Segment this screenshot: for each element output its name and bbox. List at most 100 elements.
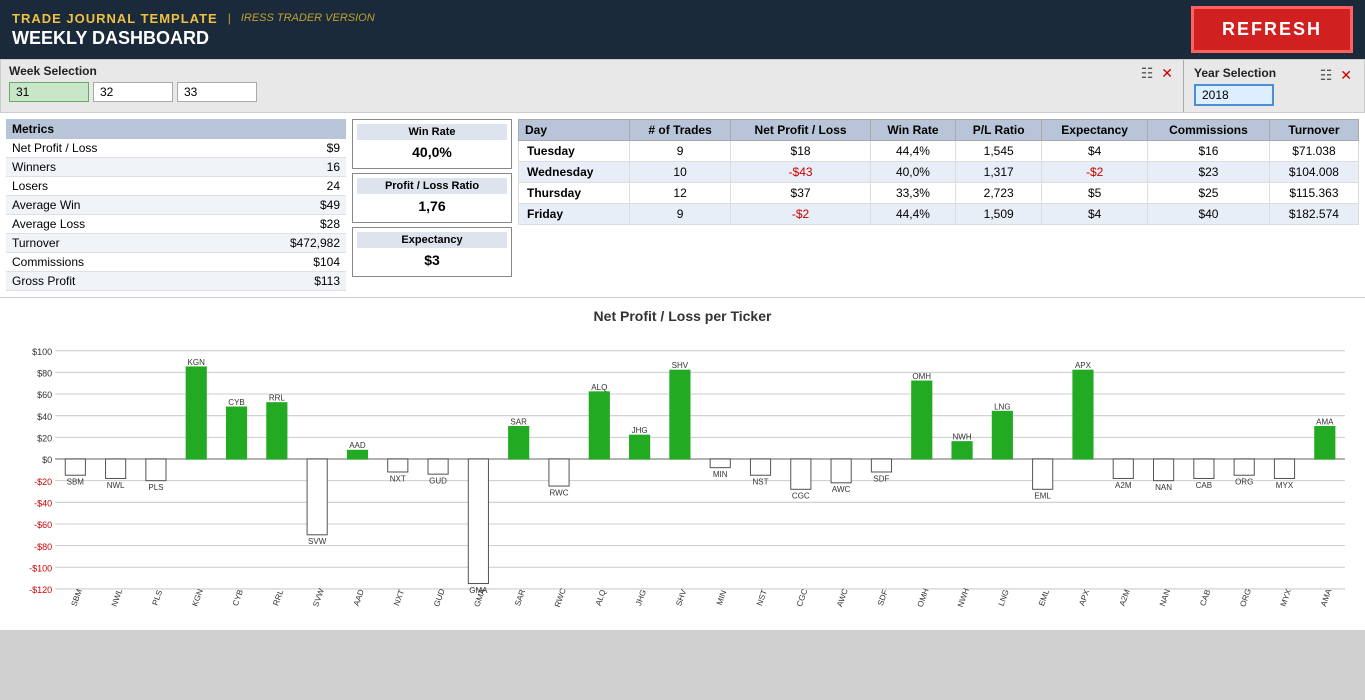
svg-text:AWC: AWC <box>835 587 850 608</box>
kpi-area: Win Rate 40,0% Profit / Loss Ratio 1,76 … <box>352 119 512 291</box>
svg-text:PLS: PLS <box>151 588 165 606</box>
day-label: Thursday <box>519 183 630 204</box>
col-pnl: Net Profit / Loss <box>731 120 871 141</box>
day-pnl: -$43 <box>731 162 871 183</box>
metrics-header: Metrics <box>6 119 346 139</box>
day-pl-ratio: 1,509 <box>956 204 1042 225</box>
week-inputs <box>9 82 1175 102</box>
metric-value: 16 <box>214 158 346 177</box>
metric-label: Average Win <box>6 196 214 215</box>
svg-text:EML: EML <box>1037 588 1051 608</box>
week-input-33[interactable] <box>177 82 257 102</box>
day-row: Wednesday 10 -$43 40,0% 1,317 -$2 $23 $1… <box>519 162 1359 183</box>
refresh-button[interactable]: REFRESH <box>1191 6 1353 53</box>
day-win-rate: 44,4% <box>870 204 955 225</box>
metrics-row: Average Loss$28 <box>6 215 346 234</box>
day-expectancy: $4 <box>1042 204 1148 225</box>
svg-text:OMH: OMH <box>912 372 931 381</box>
col-pl-ratio: P/L Ratio <box>956 120 1042 141</box>
metrics-row: Average Win$49 <box>6 196 346 215</box>
selection-bar: Week Selection ☷ ✕ Year Selection ☷ ✕ <box>0 59 1365 113</box>
day-turnover: $115.363 <box>1269 183 1358 204</box>
svg-text:KGN: KGN <box>191 588 205 608</box>
svg-text:GUD: GUD <box>429 476 447 485</box>
svg-text:NWL: NWL <box>110 587 125 608</box>
day-table: Day # of Trades Net Profit / Loss Win Ra… <box>518 119 1359 225</box>
day-pl-ratio: 2,723 <box>956 183 1042 204</box>
year-clear-icon[interactable]: ✕ <box>1338 67 1354 84</box>
svg-text:GUD: GUD <box>432 587 446 608</box>
metrics-row: Turnover$472,982 <box>6 234 346 253</box>
day-turnover: $71.038 <box>1269 141 1358 162</box>
kpi-expectancy-value: $3 <box>357 248 507 272</box>
svg-text:$40: $40 <box>37 412 52 422</box>
week-input-31[interactable] <box>9 82 89 102</box>
metric-label: Winners <box>6 158 214 177</box>
kpi-expectancy: Expectancy $3 <box>352 227 512 277</box>
day-row: Friday 9 -$2 44,4% 1,509 $4 $40 $182.574 <box>519 204 1359 225</box>
metrics-row: Commissions$104 <box>6 253 346 272</box>
metric-value: 24 <box>214 177 346 196</box>
week-selection-label: Week Selection <box>9 64 97 78</box>
svg-text:SVW: SVW <box>311 587 326 608</box>
svg-text:LNG: LNG <box>997 588 1011 607</box>
svg-text:-$120: -$120 <box>29 585 52 595</box>
svg-text:NAN: NAN <box>1155 483 1172 492</box>
bar-chart: $100$80$60$40$20$0-$20-$40-$60-$80-$100-… <box>10 330 1355 620</box>
svg-text:RRL: RRL <box>269 394 285 403</box>
kpi-pl-ratio-value: 1,76 <box>357 194 507 218</box>
svg-text:RWC: RWC <box>553 587 568 609</box>
svg-text:$20: $20 <box>37 433 52 443</box>
day-pnl: $37 <box>731 183 871 204</box>
svg-text:OMH: OMH <box>916 587 931 608</box>
svg-text:CYB: CYB <box>228 398 244 407</box>
kpi-expectancy-label: Expectancy <box>357 232 507 248</box>
svg-text:NST: NST <box>753 477 769 486</box>
svg-text:MIN: MIN <box>715 589 728 606</box>
svg-text:JHG: JHG <box>632 426 648 435</box>
svg-text:CGC: CGC <box>792 492 810 501</box>
week-input-32[interactable] <box>93 82 173 102</box>
year-filter-icon[interactable]: ☷ <box>1318 67 1335 84</box>
svg-text:SAR: SAR <box>513 588 527 607</box>
day-win-rate: 40,0% <box>870 162 955 183</box>
year-selection-label: Year Selection <box>1194 66 1276 80</box>
metric-value: $113 <box>214 272 346 291</box>
day-commissions: $40 <box>1148 204 1270 225</box>
metrics-row: Losers24 <box>6 177 346 196</box>
day-trades: 10 <box>629 162 730 183</box>
app-title: TRADE JOURNAL TEMPLATE <box>12 11 218 26</box>
stats-area: Metrics Net Profit / Loss$9Winners16Lose… <box>0 113 1365 298</box>
svg-text:SBM: SBM <box>70 588 84 608</box>
svg-text:MYX: MYX <box>1279 587 1293 608</box>
metric-label: Losers <box>6 177 214 196</box>
metric-value: $104 <box>214 253 346 272</box>
svg-text:NXT: NXT <box>392 588 406 607</box>
svg-text:NWH: NWH <box>956 587 971 609</box>
svg-text:SDF: SDF <box>873 474 889 483</box>
svg-text:NAN: NAN <box>1158 588 1172 608</box>
day-label: Friday <box>519 204 630 225</box>
svg-text:$100: $100 <box>32 347 52 357</box>
week-clear-icon[interactable]: ✕ <box>1159 65 1175 82</box>
svg-text:CAB: CAB <box>1196 481 1212 490</box>
day-trades: 9 <box>629 141 730 162</box>
day-trades: 9 <box>629 204 730 225</box>
day-row: Tuesday 9 $18 44,4% 1,545 $4 $16 $71.038 <box>519 141 1359 162</box>
app-subtitle: IRESS TRADER VERSION <box>241 12 375 24</box>
svg-text:-$20: -$20 <box>34 477 52 487</box>
svg-text:AAD: AAD <box>352 588 366 607</box>
chart-title: Net Profit / Loss per Ticker <box>10 308 1355 324</box>
svg-text:SHV: SHV <box>672 361 689 370</box>
col-day: Day <box>519 120 630 141</box>
year-input[interactable] <box>1194 84 1274 106</box>
svg-text:SHV: SHV <box>674 588 688 608</box>
week-filter-icon[interactable]: ☷ <box>1139 65 1156 82</box>
week-selection-header: Week Selection ☷ ✕ <box>9 64 1175 82</box>
metric-label: Turnover <box>6 234 214 253</box>
chart-container: $100$80$60$40$20$0-$20-$40-$60-$80-$100-… <box>10 330 1355 620</box>
svg-text:APX: APX <box>1078 588 1092 607</box>
col-commissions: Commissions <box>1148 120 1270 141</box>
svg-text:CYB: CYB <box>231 588 245 607</box>
svg-text:A2M: A2M <box>1115 481 1132 490</box>
